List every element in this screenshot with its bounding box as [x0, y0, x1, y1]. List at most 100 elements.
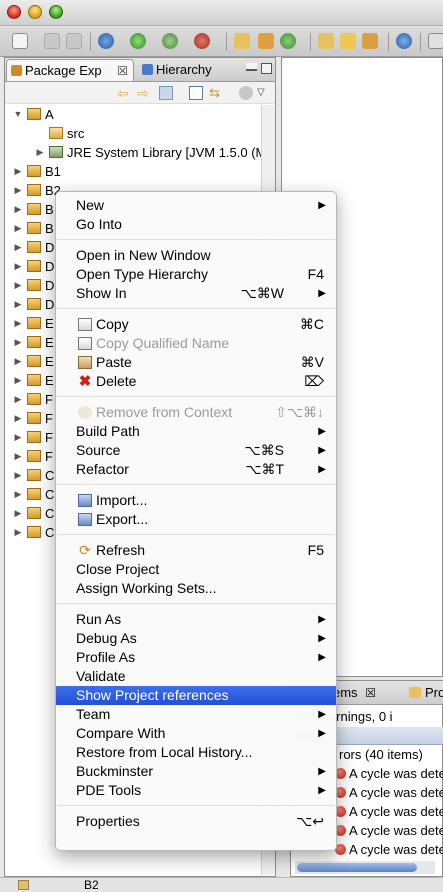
scrollbar-thumb[interactable] [297, 863, 417, 872]
expanded-arrow-icon[interactable]: ▼ [13, 105, 23, 124]
collapsed-arrow-icon[interactable]: ▶ [13, 314, 23, 333]
perspective-icon[interactable] [428, 33, 443, 49]
menu-item-open-in-new-window[interactable]: Open in New Window [56, 246, 336, 265]
tree-row[interactable]: src [5, 124, 261, 143]
collapsed-arrow-icon[interactable]: ▶ [13, 504, 23, 523]
menu-item-validate[interactable]: Validate [56, 667, 336, 686]
menu-item-refresh[interactable]: ⟳ Refresh F5 [56, 541, 336, 560]
collapsed-arrow-icon[interactable]: ▶ [13, 181, 23, 200]
close-window-button[interactable] [7, 5, 21, 19]
collapsed-arrow-icon[interactable]: ▶ [35, 143, 45, 162]
menu-item-pde-tools[interactable]: PDE Tools ▶ [56, 781, 336, 800]
collapsed-arrow-icon[interactable]: ▶ [13, 371, 23, 390]
collapsed-arrow-icon[interactable]: ▶ [13, 219, 23, 238]
menu-item-open-type-hierarchy[interactable]: Open Type Hierarchy F4 [56, 265, 336, 284]
external-tools-icon[interactable] [194, 33, 210, 49]
filter-icon[interactable] [239, 86, 253, 100]
tab-problems[interactable]: ems ☒ [333, 685, 376, 700]
debug-icon[interactable] [98, 33, 114, 49]
new-java-project-icon[interactable] [234, 33, 250, 49]
problems-horizontal-scrollbar[interactable] [295, 861, 435, 874]
menu-item-go-into[interactable]: Go Into [56, 215, 336, 234]
menu-item-new[interactable]: New ▶ [56, 196, 336, 215]
menu-item-show-in[interactable]: Show In ⌥⌘W ▶ [56, 284, 336, 303]
menu-item-properties[interactable]: Properties ⌥↩ [56, 812, 336, 831]
tab-package-explorer[interactable]: Package Exp ☒ [6, 59, 134, 81]
globe-icon[interactable] [396, 33, 412, 49]
menu-item-build-path[interactable]: Build Path ▶ [56, 422, 336, 441]
collapsed-arrow-icon[interactable]: ▶ [13, 238, 23, 257]
collapsed-arrow-icon[interactable]: ▶ [13, 162, 23, 181]
menu-item-run-as[interactable]: Run As ▶ [56, 610, 336, 629]
menu-item-show-project-references[interactable]: Show Project references [56, 686, 336, 705]
search-icon[interactable] [362, 33, 378, 49]
collapsed-arrow-icon[interactable]: ▶ [13, 409, 23, 428]
collapsed-arrow-icon[interactable]: ▶ [13, 276, 23, 295]
menu-shortcut: ⌥⌘S [244, 442, 284, 458]
menu-item-export[interactable]: Export... [56, 510, 336, 529]
submenu-arrow-icon: ▶ [318, 426, 326, 437]
fast-view-icon[interactable] [18, 880, 29, 890]
menu-item-delete[interactable]: ✖ Delete ⌦ [56, 372, 336, 391]
maximize-view-icon[interactable] [261, 63, 272, 74]
collapse-all-icon[interactable] [189, 86, 203, 100]
collapsed-arrow-icon[interactable]: ▶ [13, 333, 23, 352]
new-package-icon[interactable] [258, 33, 274, 49]
new-icon[interactable] [12, 33, 28, 49]
menu-item-label: Build Path [76, 423, 140, 439]
menu-item-buckminster[interactable]: Buckminster ▶ [56, 762, 336, 781]
submenu-arrow-icon: ▶ [318, 728, 326, 739]
menu-item-team[interactable]: Team ▶ [56, 705, 336, 724]
hierarchy-icon [142, 64, 153, 75]
menu-item-source[interactable]: Source ⌥⌘S ▶ [56, 441, 336, 460]
up-icon[interactable] [159, 86, 173, 100]
run-icon[interactable] [130, 33, 146, 49]
minimize-view-icon[interactable] [246, 63, 257, 71]
menu-item-profile-as[interactable]: Profile As ▶ [56, 648, 336, 667]
menu-item-label: Open Type Hierarchy [76, 266, 209, 282]
open-type-icon[interactable] [318, 33, 334, 49]
tree-row[interactable]: ▶ JRE System Library [JVM 1.5.0 (M [5, 143, 261, 162]
minimize-window-button[interactable] [28, 5, 42, 19]
menu-item-paste[interactable]: Paste ⌘V [56, 353, 336, 372]
collapsed-arrow-icon[interactable]: ▶ [13, 390, 23, 409]
problem-description: A cycle was dete [349, 842, 443, 857]
tab-second[interactable]: Pro [425, 685, 443, 700]
close-icon[interactable]: ☒ [117, 60, 128, 82]
new-class-icon[interactable] [280, 33, 296, 49]
menu-item-refactor[interactable]: Refactor ⌥⌘T ▶ [56, 460, 336, 479]
menu-item-copy[interactable]: Copy ⌘C [56, 315, 336, 334]
save-icon[interactable] [44, 33, 60, 49]
collapsed-arrow-icon[interactable]: ▶ [13, 485, 23, 504]
collapsed-arrow-icon[interactable]: ▶ [13, 466, 23, 485]
link-with-editor-icon[interactable]: ⇆ [209, 86, 223, 100]
open-folder-icon[interactable] [340, 33, 356, 49]
project-folder-icon [27, 431, 41, 443]
menu-item-assign-working-sets[interactable]: Assign Working Sets... [56, 579, 336, 598]
menu-item-close-project[interactable]: Close Project [56, 560, 336, 579]
close-icon[interactable]: ☒ [365, 686, 376, 700]
collapsed-arrow-icon[interactable]: ▶ [13, 447, 23, 466]
forward-icon[interactable]: ⇨ [137, 86, 151, 100]
zoom-window-button[interactable] [49, 5, 63, 19]
menu-item-import[interactable]: Import... [56, 491, 336, 510]
coverage-icon[interactable] [162, 33, 178, 49]
menu-item-debug-as[interactable]: Debug As ▶ [56, 629, 336, 648]
view-menu-icon[interactable]: ▽ [257, 86, 271, 100]
collapsed-arrow-icon[interactable]: ▶ [13, 523, 23, 542]
collapsed-arrow-icon[interactable]: ▶ [13, 352, 23, 371]
menu-item-label: Profile As [76, 649, 136, 665]
print-icon[interactable] [66, 33, 82, 49]
menu-item-compare-with[interactable]: Compare With ▶ [56, 724, 336, 743]
collapsed-arrow-icon[interactable]: ▶ [13, 200, 23, 219]
tree-row[interactable]: ▶ B1 [5, 162, 261, 181]
view-toolbar: ⇦ ⇨ ⇆ ▽ [5, 82, 275, 104]
menu-separator [57, 484, 335, 485]
collapsed-arrow-icon[interactable]: ▶ [13, 257, 23, 276]
collapsed-arrow-icon[interactable]: ▶ [13, 428, 23, 447]
collapsed-arrow-icon[interactable]: ▶ [13, 295, 23, 314]
menu-item-restore-from-local-history[interactable]: Restore from Local History... [56, 743, 336, 762]
back-icon[interactable]: ⇦ [117, 86, 131, 100]
tab-hierarchy[interactable]: Hierarchy [138, 59, 242, 81]
tree-row[interactable]: ▼ A [5, 105, 261, 124]
